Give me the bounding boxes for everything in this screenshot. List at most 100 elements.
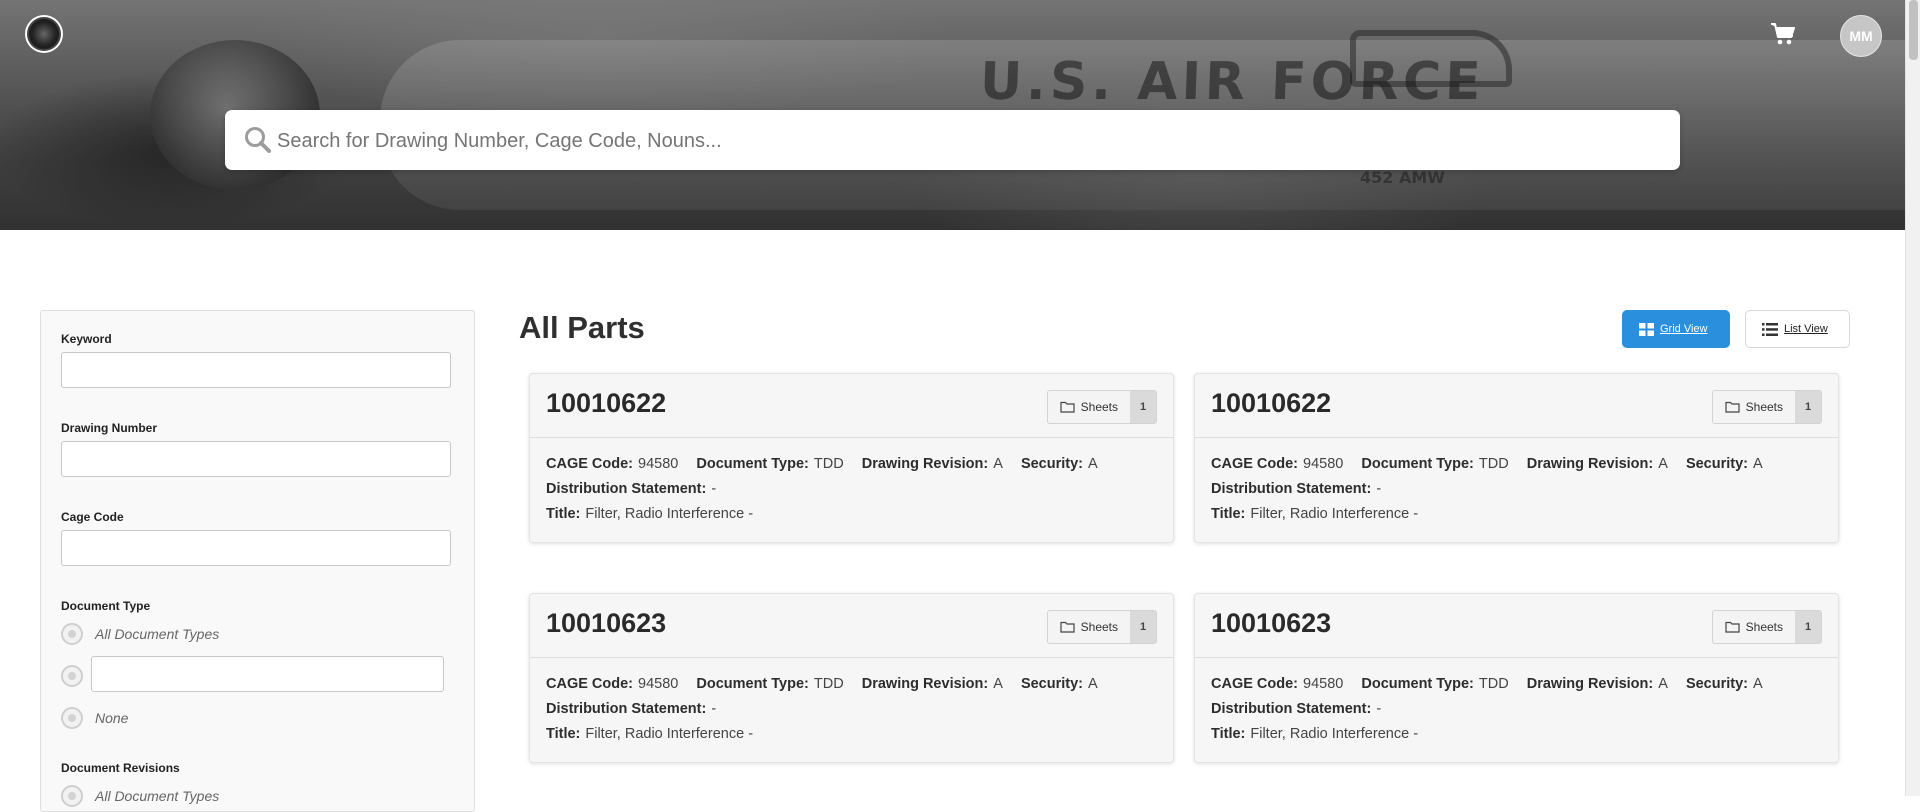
seal-logo-icon[interactable] [25, 15, 63, 53]
sheets-button[interactable]: Sheets 1 [1711, 390, 1822, 424]
folder-icon [1060, 401, 1075, 413]
title-label: Title: [1211, 726, 1246, 742]
drawing-number-input[interactable] [61, 441, 451, 477]
part-number[interactable]: 10010622 [1211, 388, 1331, 419]
part-card[interactable]: 10010622 Sheets 1 CAGE Code: 94580 Docume… [1194, 373, 1839, 543]
distribution-value: - [711, 481, 717, 497]
card-detail-row: Title: Filter, Radio Interference - [1211, 722, 1777, 747]
card-details: CAGE Code: 94580 Document Type: TDD Drawin… [1211, 452, 1777, 527]
sheets-button[interactable]: Sheets 1 [1711, 610, 1822, 644]
search-input[interactable] [275, 110, 1669, 172]
cage-code-label: CAGE Code: [1211, 676, 1298, 692]
document-type-label: Document Type: [1361, 676, 1474, 692]
folder-icon [1060, 621, 1075, 633]
logo-emblem [27, 17, 61, 51]
security-value: A [1088, 456, 1098, 472]
distribution-value: - [1376, 701, 1382, 717]
card-header: 10010623 Sheets 1 [1195, 594, 1838, 658]
title-value: Filter, Radio Interference [1250, 726, 1410, 742]
security-value: A [1753, 676, 1763, 692]
cage-code-value: 94580 [1303, 676, 1344, 692]
distribution-value: - [711, 701, 717, 717]
cage-code-value: 94580 [638, 676, 679, 692]
distribution-label: Distribution Statement: [1211, 481, 1372, 497]
title-suffix: - [748, 506, 754, 522]
card-header: 10010623 Sheets 1 [530, 594, 1173, 658]
document-type-value: TDD [1478, 456, 1509, 472]
part-number[interactable]: 10010623 [1211, 608, 1331, 639]
scrollbar-thumb[interactable] [1909, 0, 1918, 60]
title-suffix: - [1413, 726, 1419, 742]
radio-label-none: None [95, 710, 129, 726]
title-label: Title: [546, 726, 581, 742]
title-label: Title: [546, 506, 581, 522]
distribution-label: Distribution Statement: [546, 701, 707, 717]
security-value: A [1753, 456, 1763, 472]
page-scrollbar[interactable] [1905, 0, 1920, 796]
user-avatar[interactable]: MM [1840, 15, 1882, 57]
document-type-label: Document Type [61, 599, 151, 613]
drawing-revision-label: Drawing Revision: [1526, 676, 1654, 692]
card-details: CAGE Code: 94580 Document Type: TDD Drawin… [546, 452, 1112, 527]
title-suffix: - [1413, 506, 1419, 522]
card-detail-row: Title: Filter, Radio Interference - [546, 502, 1112, 527]
radio-all-revisions[interactable] [61, 785, 83, 807]
radio-custom-document-type[interactable] [61, 665, 83, 687]
radio-all-document-types[interactable] [61, 623, 83, 645]
drawing-revision-label: Drawing Revision: [861, 676, 989, 692]
document-type-custom-input[interactable] [91, 656, 444, 692]
card-detail-row: Distribution Statement: - [1211, 697, 1777, 722]
document-type-label: Document Type: [696, 676, 809, 692]
filter-sidebar: Keyword Drawing Number Cage Code Documen… [40, 310, 475, 812]
cage-code-label: Cage Code [61, 510, 124, 524]
list-view-button[interactable]: List View [1745, 310, 1850, 348]
document-type-label: Document Type: [1361, 456, 1474, 472]
title-value: Filter, Radio Interference [1250, 506, 1410, 522]
sheets-count: 1 [1130, 391, 1156, 423]
sheets-button[interactable]: Sheets 1 [1046, 610, 1157, 644]
drawing-revision-value: A [993, 456, 1003, 472]
keyword-input[interactable] [61, 352, 451, 388]
security-label: Security: [1020, 456, 1083, 472]
part-number[interactable]: 10010622 [546, 388, 666, 419]
sheets-label-wrap: Sheets [1713, 391, 1795, 423]
distribution-label: Distribution Statement: [546, 481, 707, 497]
radio-label-all-revisions: All Document Types [95, 788, 220, 804]
security-label: Security: [1685, 456, 1748, 472]
title-value: Filter, Radio Interference [585, 726, 745, 742]
grid-view-button[interactable]: Grid View [1622, 310, 1730, 348]
cage-code-value: 94580 [638, 456, 679, 472]
sheets-label: Sheets [1745, 620, 1783, 634]
cage-code-label: CAGE Code: [546, 676, 633, 692]
card-header: 10010622 Sheets 1 [530, 374, 1173, 438]
cage-code-label: CAGE Code: [546, 456, 633, 472]
card-detail-row: CAGE Code: 94580 Document Type: TDD Drawin… [546, 452, 1112, 477]
cart-icon[interactable] [1770, 22, 1796, 46]
card-detail-row: Title: Filter, Radio Interference - [546, 722, 1112, 747]
part-card[interactable]: 10010622 Sheets 1 CAGE Code: 94580 Docume… [529, 373, 1174, 543]
part-card[interactable]: 10010623 Sheets 1 CAGE Code: 94580 Docume… [1194, 593, 1839, 763]
cage-code-label: CAGE Code: [1211, 456, 1298, 472]
security-label: Security: [1685, 676, 1748, 692]
list-view-label: List View [1784, 323, 1828, 335]
page-title: All Parts [519, 310, 645, 345]
radio-label-all-document-types: All Document Types [95, 626, 220, 642]
grid-icon [1639, 322, 1654, 336]
sheets-button[interactable]: Sheets 1 [1046, 390, 1157, 424]
cage-code-input[interactable] [61, 530, 451, 566]
sheets-label: Sheets [1080, 400, 1118, 414]
sheets-count: 1 [1130, 611, 1156, 643]
radio-none[interactable] [61, 707, 83, 729]
part-number[interactable]: 10010623 [546, 608, 666, 639]
drawing-number-label: Drawing Number [61, 421, 158, 435]
sheets-label: Sheets [1745, 400, 1783, 414]
card-details: CAGE Code: 94580 Document Type: TDD Drawin… [1211, 672, 1777, 747]
folder-icon [1725, 401, 1740, 413]
drawing-revision-value: A [1658, 456, 1668, 472]
part-card[interactable]: 10010623 Sheets 1 CAGE Code: 94580 Docume… [529, 593, 1174, 763]
folder-icon [1725, 621, 1740, 633]
sheets-label: Sheets [1080, 620, 1118, 634]
distribution-label: Distribution Statement: [1211, 701, 1372, 717]
keyword-label: Keyword [61, 332, 112, 346]
card-detail-row: CAGE Code: 94580 Document Type: TDD Drawin… [1211, 672, 1777, 697]
